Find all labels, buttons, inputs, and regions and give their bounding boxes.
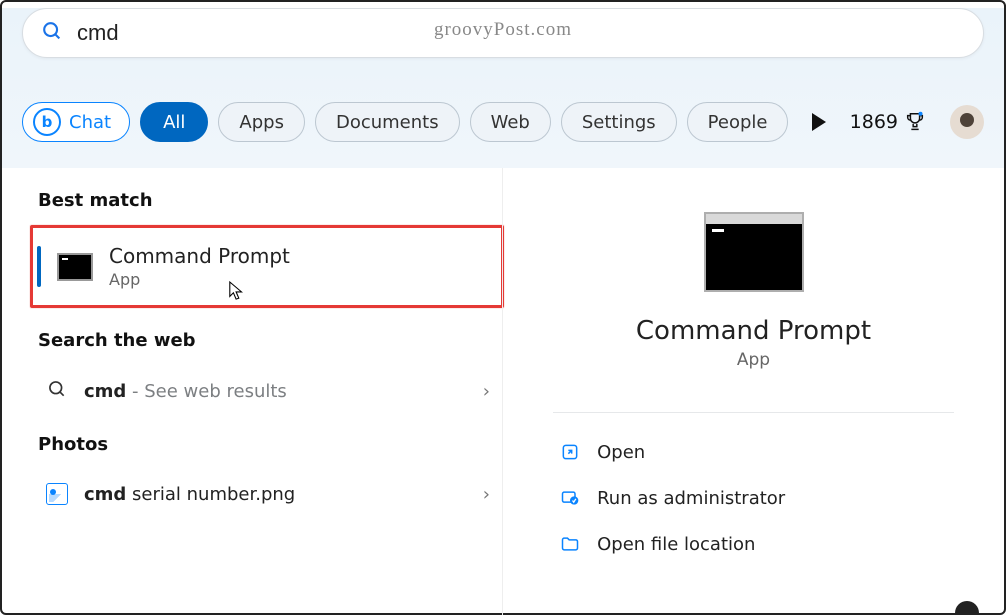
- photo-result[interactable]: cmd serial number.png ›: [32, 469, 502, 519]
- all-filter-button[interactable]: All: [140, 102, 208, 142]
- admin-shield-icon: [559, 487, 581, 509]
- apps-label: Apps: [239, 112, 284, 133]
- chevron-right-icon: ›: [483, 381, 490, 402]
- user-avatar[interactable]: [950, 105, 984, 139]
- mouse-cursor-icon: [228, 280, 246, 302]
- settings-label: Settings: [582, 112, 656, 133]
- best-match-text: Command Prompt App: [109, 244, 290, 289]
- people-label: People: [708, 112, 768, 133]
- preview-subtitle: App: [737, 350, 770, 370]
- best-match-label: Best match: [38, 190, 502, 211]
- search-bar[interactable]: [22, 8, 984, 58]
- people-filter-button[interactable]: People: [687, 102, 789, 142]
- open-file-location-action[interactable]: Open file location: [553, 521, 954, 567]
- results-column: Best match Command Prompt App Search the…: [2, 168, 502, 615]
- command-prompt-icon: [57, 253, 93, 281]
- image-file-icon: [46, 483, 68, 505]
- apps-filter-button[interactable]: Apps: [218, 102, 305, 142]
- web-result-text: cmd - See web results: [84, 381, 287, 402]
- command-prompt-large-icon: [704, 212, 804, 292]
- search-input[interactable]: [77, 20, 965, 46]
- best-match-result[interactable]: Command Prompt App: [33, 228, 501, 305]
- web-filter-button[interactable]: Web: [470, 102, 551, 142]
- location-label: Open file location: [597, 534, 755, 555]
- preview-pane: Command Prompt App Open Run as administr…: [502, 168, 1004, 615]
- bing-icon: b: [33, 108, 61, 136]
- open-icon: [559, 441, 581, 463]
- best-match-subtitle: App: [109, 270, 290, 289]
- header-area: b Chat All Apps Documents Web Settings P…: [2, 8, 1004, 168]
- filter-row: b Chat All Apps Documents Web Settings P…: [22, 102, 984, 142]
- best-match-title: Command Prompt: [109, 244, 290, 268]
- chat-label: Chat: [69, 112, 111, 133]
- open-action[interactable]: Open: [553, 429, 954, 475]
- points-value: 1869: [850, 111, 898, 133]
- windows-search-panel: groovyPost.com b Chat All Apps Documents…: [0, 0, 1006, 615]
- folder-icon: [559, 533, 581, 555]
- rewards-points[interactable]: 1869: [850, 111, 926, 133]
- photos-label: Photos: [38, 434, 502, 455]
- divider: [553, 412, 954, 413]
- admin-label: Run as administrator: [597, 488, 785, 509]
- header-right-cluster: 1869: [812, 105, 984, 139]
- all-label: All: [163, 112, 185, 133]
- chevron-right-icon: ›: [483, 484, 490, 505]
- preview-title: Command Prompt: [636, 316, 871, 346]
- search-web-label: Search the web: [38, 330, 502, 351]
- documents-label: Documents: [336, 112, 439, 133]
- documents-filter-button[interactable]: Documents: [315, 102, 460, 142]
- annotation-highlight-box: Command Prompt App: [30, 225, 504, 308]
- preview-actions: Open Run as administrator Open file loca…: [553, 429, 954, 567]
- web-search-result[interactable]: cmd - See web results ›: [32, 365, 502, 418]
- settings-filter-button[interactable]: Settings: [561, 102, 677, 142]
- photo-result-text: cmd serial number.png: [84, 484, 295, 505]
- trophy-icon: [904, 111, 926, 133]
- chat-filter-button[interactable]: b Chat: [22, 102, 130, 142]
- web-label: Web: [491, 112, 530, 133]
- run-as-admin-action[interactable]: Run as administrator: [553, 475, 954, 521]
- content-area: Best match Command Prompt App Search the…: [2, 168, 1004, 615]
- open-label: Open: [597, 442, 645, 463]
- more-filters-arrow-icon[interactable]: [812, 113, 826, 131]
- search-icon: [44, 379, 70, 404]
- selection-indicator: [37, 246, 41, 287]
- search-icon: [41, 20, 63, 46]
